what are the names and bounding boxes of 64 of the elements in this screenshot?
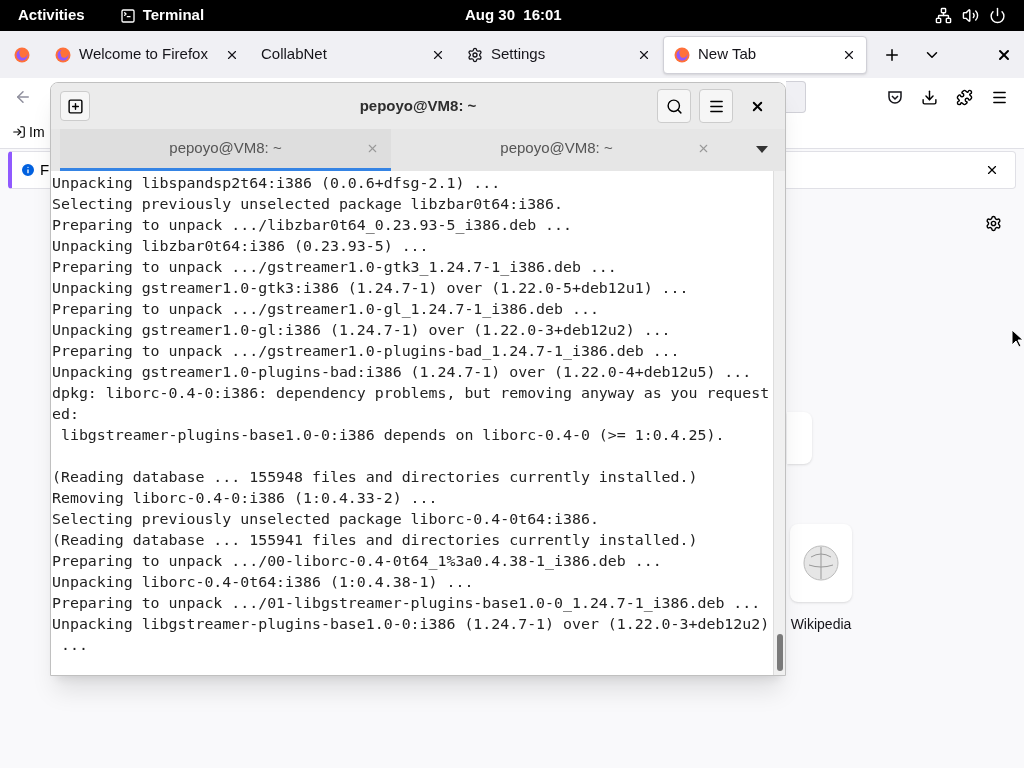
output-line: Unpacking liborc-0.4-0t64:i386 (1:0.4.38-1) ... [52, 572, 475, 593]
firefox-icon [55, 46, 71, 63]
scrollbar[interactable] [773, 171, 785, 675]
clock[interactable]: Aug 30 16:01 [465, 4, 562, 27]
output-line: Selecting previously unselected package libzbar0t64:i386. [52, 194, 564, 215]
terminal-icon [119, 7, 136, 24]
terminal-tab[interactable]: pepoyo@VM8: ~ [60, 129, 391, 171]
browser-tab[interactable]: New Tab [663, 35, 867, 74]
app-menu[interactable]: Terminal [142, 4, 205, 27]
volume-icon[interactable] [962, 7, 979, 24]
output-line: ed: [52, 404, 80, 425]
download-icon[interactable] [921, 88, 938, 106]
tab-title: Welcome to Firefox [79, 44, 208, 65]
output-line: Unpacking libgstreamer-plugins-base1.0-0:i386 (1.24.7-1) over (1.22.0-3+deb12u2) [52, 614, 771, 635]
output-line: Removing liborc-0.4-0:i386 (1:0.4.33-2) ... [52, 488, 439, 509]
output-line: Unpacking gstreamer1.0-gl:i386 (1.24.7-1) over (1.22.0-3+deb12u2) ... [52, 320, 672, 341]
output-line: ... [59, 635, 89, 656]
notification-text: F [40, 159, 50, 180]
output-line: libgstreamer-plugins-base1.0-0:i386 depends on liborc-0.4-0 (>= 1:0.4.25). [59, 425, 726, 446]
dropdown-icon[interactable] [756, 146, 768, 154]
output-line: Unpacking gstreamer1.0-plugins-bad:i386 (1.24.7-1) over (1.22.0-4+deb12u5) ... [52, 362, 753, 383]
output-line: Preparing to unpack .../gstreamer1.0-gtk3_1.24.7-1_i386.deb ... [52, 257, 618, 278]
tab-title: CollabNet [261, 44, 327, 65]
browser-tab[interactable]: Settings [457, 35, 661, 74]
terminal-tab[interactable]: pepoyo@VM8: ~ [391, 129, 722, 171]
output-line: Preparing to unpack .../gstreamer1.0-gl_1.24.7-1_i386.deb ... [52, 299, 600, 320]
search-button[interactable] [657, 89, 691, 123]
pocket-icon[interactable] [887, 89, 903, 105]
globe-icon [803, 545, 839, 581]
output-line: Preparing to unpack .../libzbar0t64_0.23.93-5_i386.deb ... [52, 215, 573, 236]
info-icon [20, 162, 36, 178]
extensions-icon[interactable] [956, 88, 973, 106]
output-line: Preparing to unpack .../01-libgstreamer-plugins-base1.0-0_1.24.7-1_i386.deb ... [52, 593, 762, 614]
output-line: dpkg: liborc-0.4-0:i386: dependency problems, but removing anyway as you request [52, 383, 771, 404]
power-icon[interactable] [989, 7, 1006, 24]
new-tab-icon [66, 97, 84, 115]
output-line: Selecting previously unselected package liborc-0.4-0t64:i386. [52, 509, 600, 530]
output-line: Unpacking libzbar0t64:i386 (0.23.93-5) ... [52, 236, 430, 257]
new-tab-button[interactable] [60, 91, 90, 121]
output-line: Unpacking libspandsp2t64:i386 (0.0.6+dfsg-2.1) ... [52, 173, 502, 194]
network-icon[interactable] [935, 7, 952, 24]
settings-icon [467, 46, 483, 63]
output-line: Unpacking gstreamer1.0-gtk3:i386 (1.24.7-1) over (1.22.0-5+deb12u1) ... [52, 278, 690, 299]
output-line: (Reading database ... 155941 files and directories currently installed.) [52, 530, 699, 551]
activities-button[interactable]: Activities [18, 4, 85, 27]
search-icon [665, 97, 683, 115]
bookmark-item[interactable]: Im [12, 121, 45, 143]
url-field[interactable] [786, 81, 806, 113]
back-icon[interactable] [14, 88, 32, 106]
browser-tab[interactable]: Welcome to Firefox [45, 35, 249, 74]
settings-icon[interactable] [985, 215, 1002, 232]
output-line: Preparing to unpack .../gstreamer1.0-plugins-bad_1.24.7-1_i386.deb ... [52, 341, 681, 362]
search-field[interactable] [787, 412, 812, 464]
import-icon [12, 125, 26, 139]
output-line: (Reading database ... 155948 files and directories currently installed.) [52, 467, 699, 488]
window-title: pepoyo@VM8: ~ [359, 95, 477, 116]
close-icon[interactable] [985, 163, 999, 177]
firefox-icon [14, 46, 30, 63]
tab-title: Settings [491, 44, 546, 65]
firefox-icon [674, 46, 690, 63]
output-line: Preparing to unpack .../00-liborc-0.4-0t64_1%3a0.4.38-1_i386.deb ... [52, 551, 663, 572]
menu-button[interactable] [699, 89, 733, 123]
tab-title: New Tab [698, 44, 757, 65]
browser-tab[interactable]: CollabNet [251, 35, 455, 74]
